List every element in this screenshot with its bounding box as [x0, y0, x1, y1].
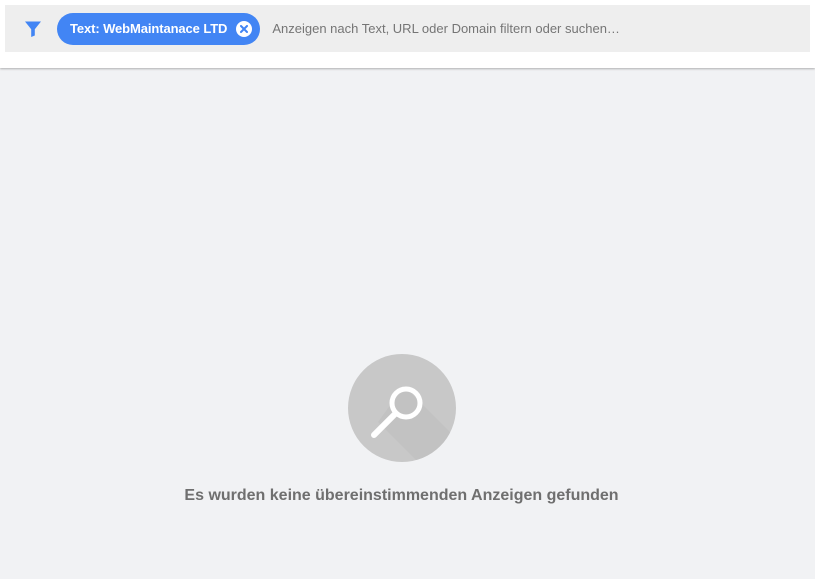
empty-state: Es wurden keine übereinstimmenden Anzeig…	[0, 354, 803, 505]
top-bar: Text: WebMaintanace LTD	[0, 0, 815, 68]
close-circle-icon[interactable]	[236, 20, 253, 37]
filter-bar: Text: WebMaintanace LTD	[5, 5, 810, 52]
ad-library-page: Text: WebMaintanace LTD Es wurden keine …	[0, 0, 815, 579]
filter-funnel-icon[interactable]	[5, 5, 61, 52]
empty-state-message: Es wurden keine übereinstimmenden Anzeig…	[184, 487, 619, 504]
magnifier-icon	[347, 354, 456, 462]
filter-chip-label: Text: WebMaintanace LTD	[70, 21, 228, 36]
search-input[interactable]	[272, 13, 810, 44]
filter-chip[interactable]: Text: WebMaintanace LTD	[57, 12, 261, 45]
